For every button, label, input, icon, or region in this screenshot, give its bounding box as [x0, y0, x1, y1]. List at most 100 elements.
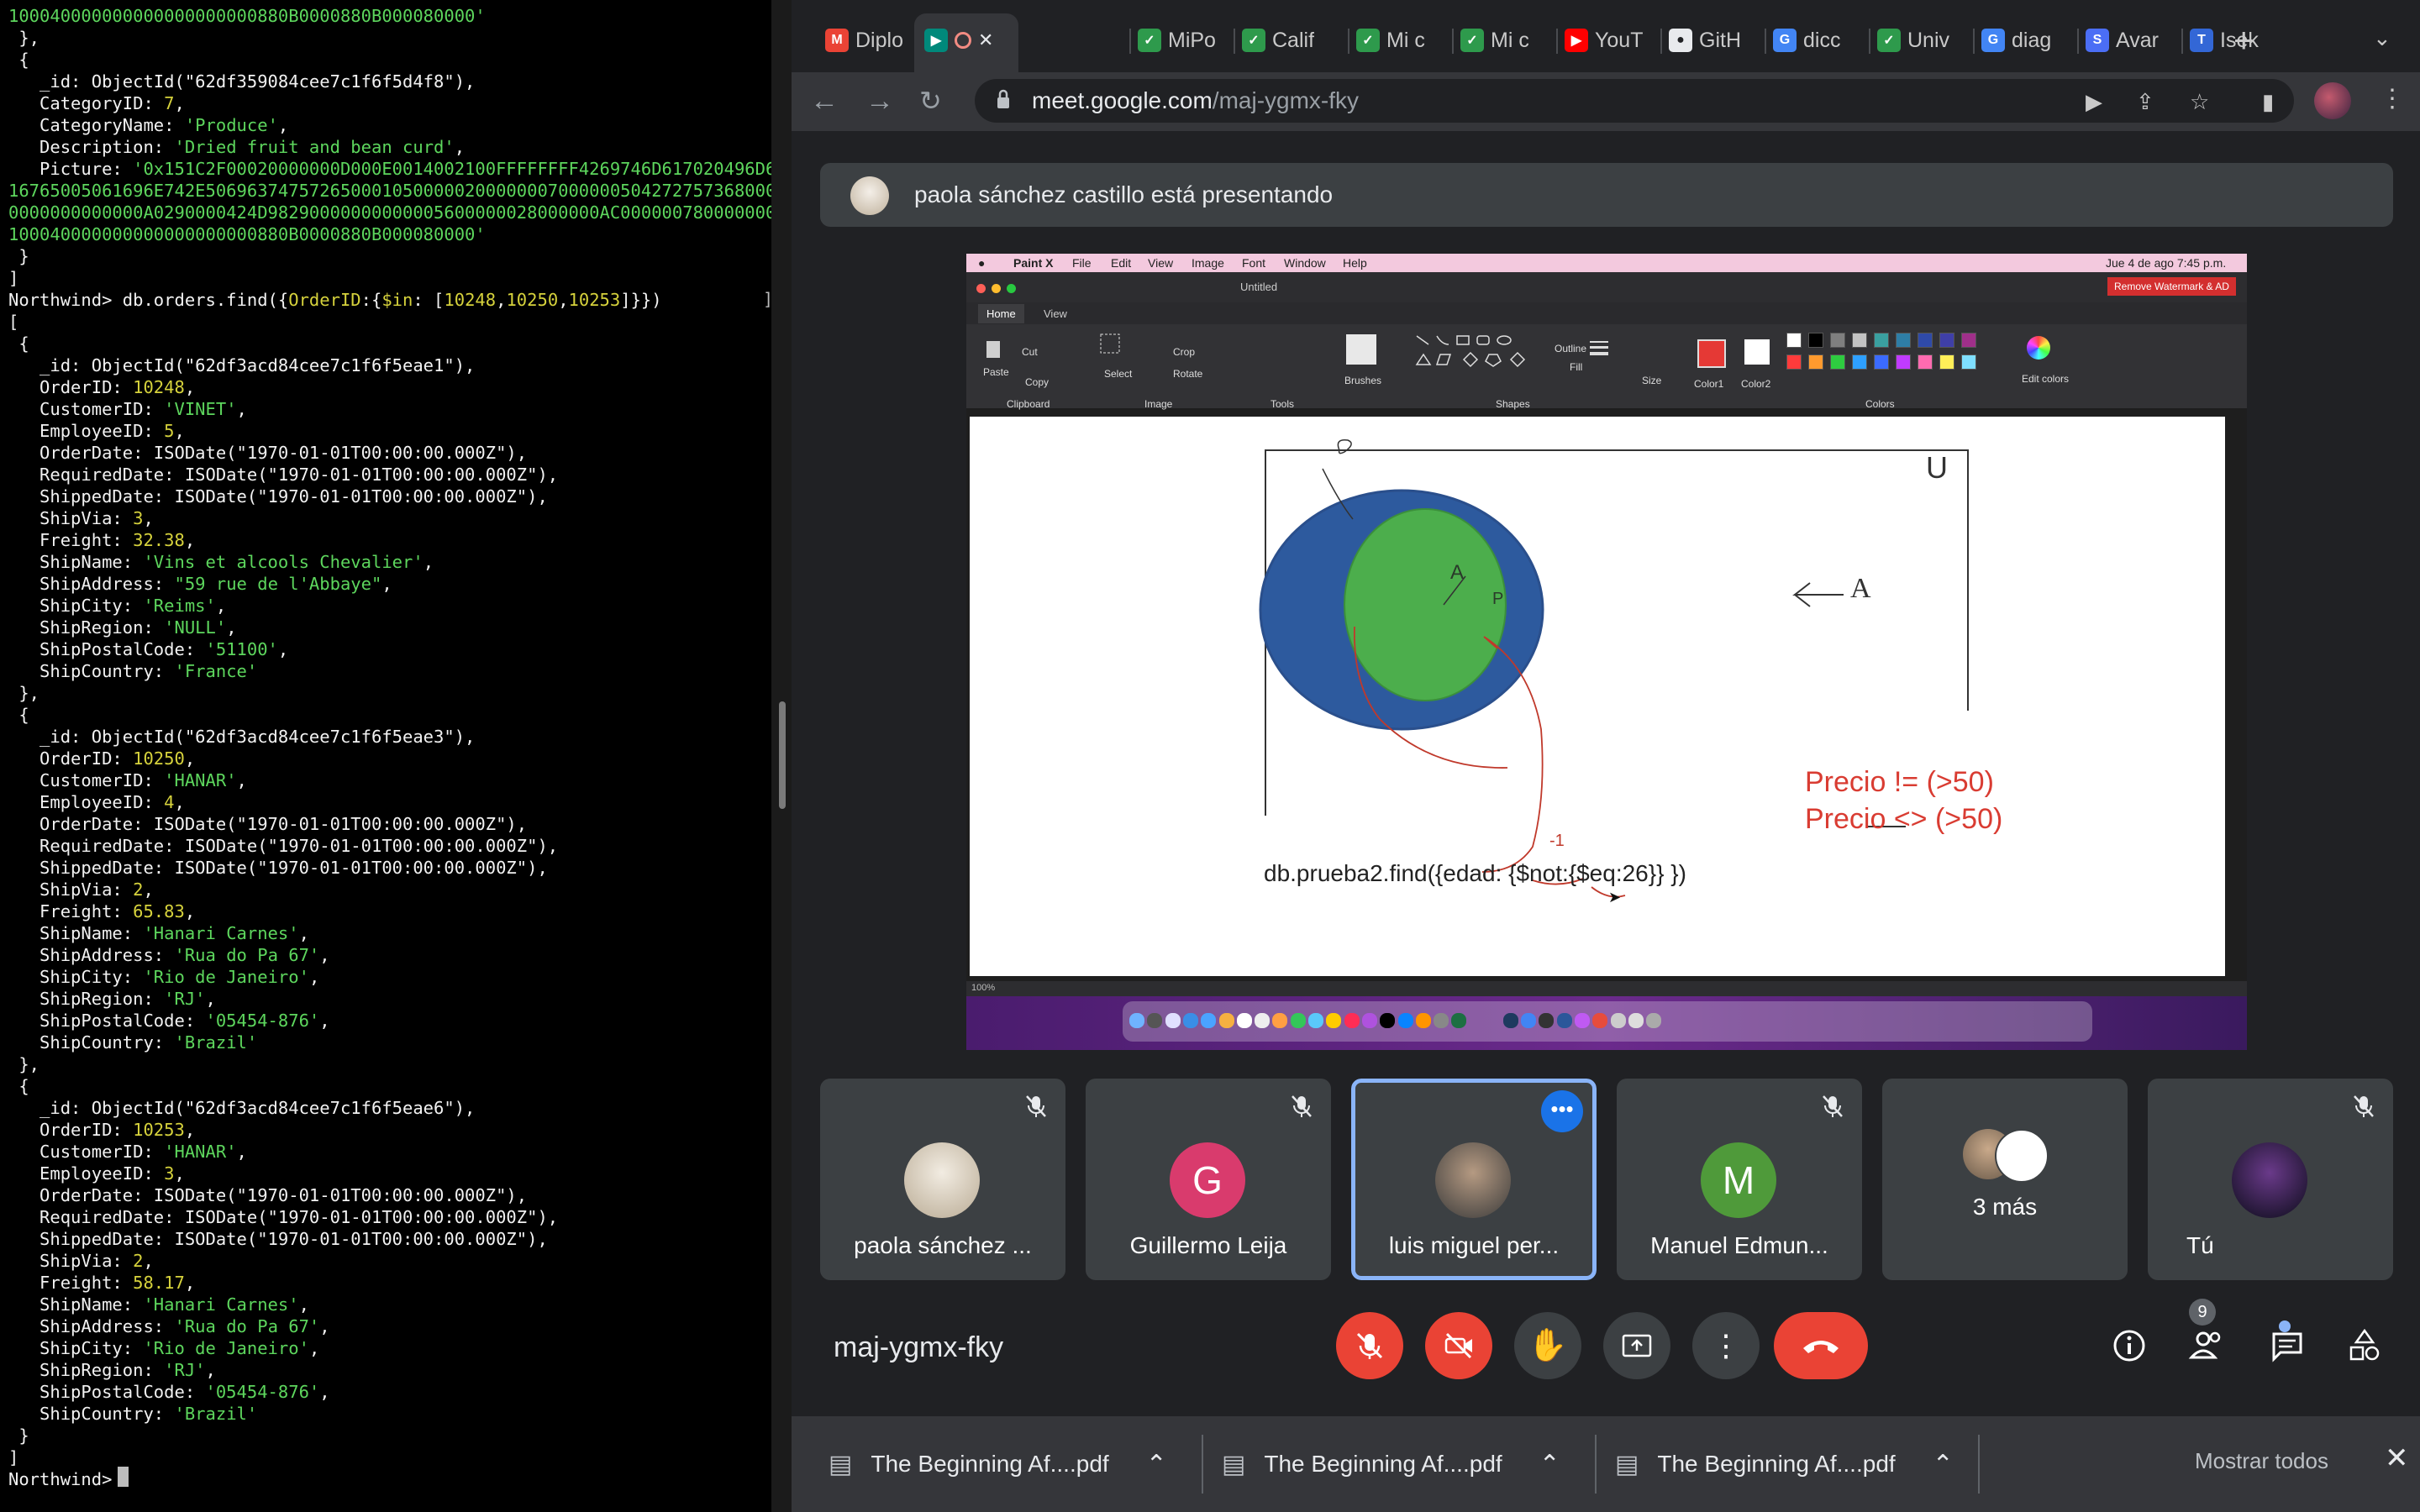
forward-button[interactable]: →: [865, 81, 894, 121]
tab-separator: [1869, 29, 1870, 54]
terminal-text: 10248: [444, 290, 497, 310]
share-icon[interactable]: ⇪: [2136, 89, 2154, 114]
close-downloads-icon[interactable]: ✕: [2385, 1441, 2409, 1475]
tab-separator: [1660, 29, 1662, 54]
ribbon-brushes: Brushes: [1344, 375, 1382, 386]
participant-tile[interactable]: Tú: [2148, 1079, 2393, 1280]
download-item[interactable]: ▤ The Beginning Af....pdf ⌃: [1222, 1416, 1560, 1512]
leave-call-button[interactable]: [1774, 1312, 1868, 1379]
terminal-text: {: [8, 705, 29, 725]
terminal-text: Picture:: [8, 159, 134, 179]
chevron-up-icon[interactable]: ⌃: [1539, 1450, 1560, 1479]
leaf-icon: ✓: [1138, 29, 1161, 52]
download-divider: [1595, 1435, 1597, 1494]
tab-label: Calif: [1272, 28, 1315, 52]
chevron-up-icon[interactable]: ⌃: [1933, 1450, 1954, 1479]
new-tab-button[interactable]: +: [2233, 20, 2254, 60]
camera-toggle-button[interactable]: [1425, 1312, 1492, 1379]
participant-tile[interactable]: G Guillermo Leija: [1086, 1079, 1331, 1280]
browser-tab[interactable]: ✓ Calif: [1242, 22, 1314, 59]
participant-tile[interactable]: luis miguel per... •••: [1351, 1079, 1597, 1280]
download-filename: The Beginning Af....pdf: [1264, 1451, 1502, 1477]
terminal-scroll-thumb[interactable]: [779, 701, 786, 809]
recording-indicator-icon: [955, 32, 971, 49]
browser-tab[interactable]: ✓ MiPo: [1138, 22, 1216, 59]
terminal-text: ,: [381, 574, 392, 594]
terminal-text: OrderID:: [8, 377, 134, 397]
terminal-text: 'Rua do Pa 67': [174, 1316, 320, 1336]
download-item[interactable]: ▤ The Beginning Af....pdf ⌃: [1615, 1416, 1954, 1512]
people-button[interactable]: [2185, 1322, 2232, 1369]
browser-tab[interactable]: ▶ YouT: [1565, 22, 1643, 59]
meeting-info-button[interactable]: [2106, 1322, 2153, 1369]
ribbon-rotate: Rotate: [1173, 368, 1203, 380]
terminal-line: RequiredDate: ISODate("1970-01-01T00:00:…: [8, 1206, 558, 1228]
mic-toggle-button[interactable]: [1336, 1312, 1403, 1379]
terminal-text: ,: [308, 967, 320, 987]
url-text[interactable]: meet.google.com/maj-ygmx-fky: [1032, 87, 1359, 114]
participant-tile[interactable]: 3 más: [1882, 1079, 2128, 1280]
browser-tab[interactable]: Gdicc: [1773, 22, 1840, 59]
activities-icon: [2349, 1328, 2380, 1361]
ribbon-edit-colors: Edit colors: [2022, 373, 2070, 385]
terminal-text: 4: [164, 792, 175, 812]
dock-app-icon: [1646, 1013, 1662, 1028]
youtube-icon: ▶: [1565, 29, 1588, 52]
terminal-text: ,: [205, 1360, 216, 1380]
present-button[interactable]: [1603, 1312, 1670, 1379]
chevron-up-icon[interactable]: ⌃: [1146, 1450, 1167, 1479]
more-options-button[interactable]: ⋮: [1692, 1312, 1760, 1379]
side-panel-icon[interactable]: ▮: [2262, 89, 2274, 114]
browser-tab[interactable]: ✓ Mi c: [1460, 22, 1529, 59]
mac-dock: [966, 996, 2247, 1050]
download-item[interactable]: ▤ The Beginning Af....pdf ⌃: [829, 1416, 1167, 1512]
avatar: [1995, 1129, 2049, 1183]
reload-button[interactable]: ↻: [919, 81, 942, 121]
terminal-text: $in: [381, 290, 413, 310]
browser-tab[interactable]: Gdiag: [1981, 22, 2051, 59]
tile-options-button[interactable]: •••: [1541, 1090, 1583, 1132]
show-all-downloads-button[interactable]: Mostrar todos: [2195, 1448, 2328, 1474]
terminal-text: 10248: [133, 377, 185, 397]
profile-avatar[interactable]: [2314, 82, 2351, 119]
bookmark-star-icon[interactable]: ☆: [2190, 89, 2209, 114]
terminal-text: ]}}): [620, 290, 662, 310]
tab-separator: [1348, 29, 1349, 54]
terminal-text: ShipCountry:: [8, 661, 175, 681]
raise-hand-button[interactable]: ✋: [1514, 1312, 1581, 1379]
participant-tile[interactable]: M Manuel Edmun...: [1617, 1079, 1862, 1280]
terminal-text: {: [8, 333, 29, 354]
url-path: /maj-ygmx-fky: [1212, 87, 1360, 113]
browser-tab[interactable]: ● GitH: [1669, 22, 1741, 59]
activities-button[interactable]: [2341, 1322, 2388, 1369]
camera-permission-icon[interactable]: ▶: [2086, 89, 2102, 114]
close-dot-icon: [976, 284, 986, 293]
browser-tab[interactable]: ✓ Univ: [1877, 22, 1949, 59]
participant-tile[interactable]: paola sánchez ...: [820, 1079, 1065, 1280]
browser-tab[interactable]: ▶ ✕: [924, 22, 1000, 59]
browser-tab[interactable]: M Diplo: [825, 22, 903, 59]
terminal-line: {: [8, 1075, 29, 1097]
meet-stage: paola sánchez castillo está presentando …: [792, 131, 2420, 1411]
palette-swatch: [1896, 333, 1911, 348]
terminal-text: ShipCountry:: [8, 1032, 175, 1053]
terminal-text: 58.17: [133, 1273, 185, 1293]
terminal-window[interactable]: 100040000000000000000000880B0000880B0000…: [0, 0, 771, 1512]
dock-app-icon: [1272, 1013, 1288, 1028]
browser-tab[interactable]: S Avar: [2086, 22, 2159, 59]
back-button[interactable]: ←: [810, 81, 839, 121]
tab-search-chevron-icon[interactable]: ⌄: [2373, 25, 2391, 51]
ribbon-copy: Copy: [1025, 376, 1050, 388]
browser-tab[interactable]: ✓ Mi c: [1356, 22, 1425, 59]
terminal-text: Freight:: [8, 1273, 134, 1293]
terminal-text: 3: [133, 508, 144, 528]
terminal-text: {: [8, 50, 29, 70]
terminal-text: ShipName:: [8, 552, 144, 572]
terminal-text: "59 rue de l'Abbaye": [174, 574, 382, 594]
close-tab-icon[interactable]: ✕: [978, 29, 993, 51]
dock-app-icon: [1182, 1013, 1198, 1028]
leaf-icon: ✓: [1242, 29, 1265, 52]
ribbon-color2: Color2: [1741, 378, 1771, 390]
dock-app-icon: [1308, 1013, 1323, 1028]
browser-menu-icon[interactable]: ⋮: [2380, 84, 2405, 113]
